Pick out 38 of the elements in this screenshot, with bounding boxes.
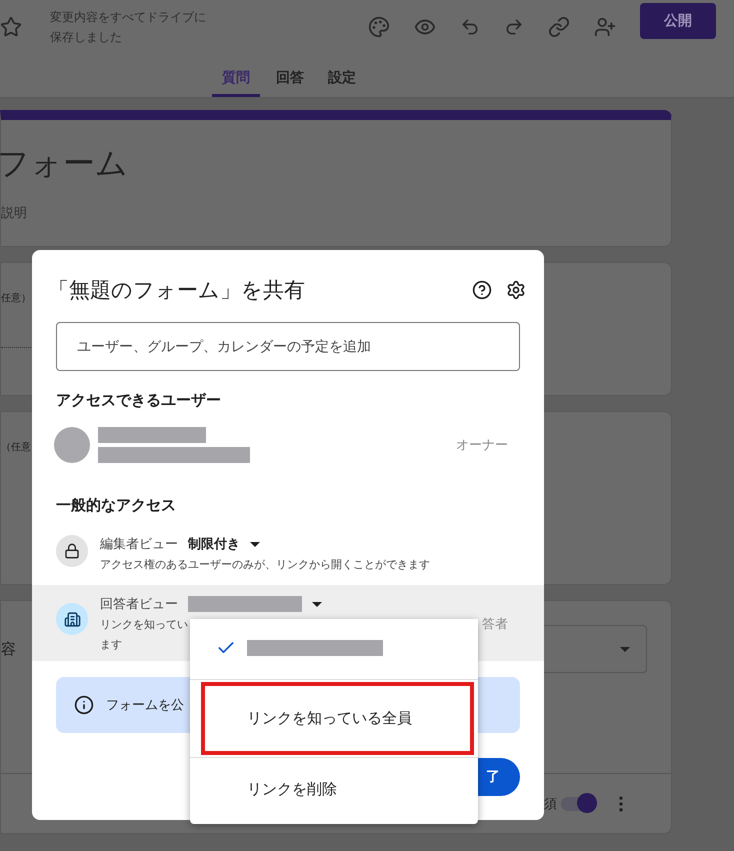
role-label: オーナー bbox=[456, 437, 508, 454]
access-label: 回答者ビュー bbox=[100, 596, 178, 613]
caret-icon bbox=[620, 646, 630, 652]
required-label: 須 bbox=[544, 796, 557, 812]
building-icon bbox=[56, 603, 88, 635]
palette-icon[interactable] bbox=[368, 16, 390, 38]
star-icon[interactable] bbox=[0, 16, 22, 38]
access-description: ます bbox=[100, 637, 122, 653]
undo-icon[interactable] bbox=[460, 17, 480, 38]
add-people-field[interactable]: ユーザー、グループ、カレンダーの予定を追加 bbox=[56, 322, 520, 371]
settings-icon[interactable] bbox=[506, 280, 526, 300]
menu-item[interactable]: リンクを削除 bbox=[190, 760, 478, 818]
access-description: リンクを知ってい bbox=[100, 617, 188, 633]
banner-text: フォームを公 bbox=[106, 697, 184, 714]
question-title: 任意） bbox=[1, 292, 31, 305]
access-label: 編集者ビュー bbox=[100, 536, 178, 553]
help-icon[interactable] bbox=[472, 280, 492, 300]
form-title: フォーム bbox=[0, 143, 129, 184]
section-heading: 一般的なアクセス bbox=[56, 496, 177, 515]
section-heading: アクセスできるユーザー bbox=[56, 391, 222, 410]
caret-icon[interactable] bbox=[312, 602, 322, 606]
info-icon bbox=[74, 695, 94, 715]
access-description: アクセス権のあるユーザーのみが、リンクから開くことができます bbox=[100, 557, 430, 573]
publish-button[interactable]: 公開 bbox=[640, 3, 716, 40]
role-label: 答者 bbox=[482, 616, 508, 634]
question-title: （任意 bbox=[1, 440, 31, 454]
save-status: 変更内容をすべてドライブに保存しました bbox=[50, 9, 207, 46]
question-title: 容 bbox=[1, 640, 16, 658]
redo-icon[interactable] bbox=[504, 17, 524, 38]
lock-icon bbox=[56, 535, 88, 567]
menu-item[interactable] bbox=[190, 619, 478, 677]
avatar bbox=[54, 427, 90, 463]
add-person-icon[interactable] bbox=[594, 16, 616, 38]
form-description: 説明 bbox=[1, 205, 28, 222]
menu-item[interactable]: リンクを知っている全員 bbox=[201, 682, 474, 755]
link-icon[interactable] bbox=[548, 16, 570, 38]
dialog-title: 「無題のフォーム」を共有 bbox=[48, 277, 305, 304]
access-dropdown[interactable]: 制限付き bbox=[188, 535, 260, 553]
